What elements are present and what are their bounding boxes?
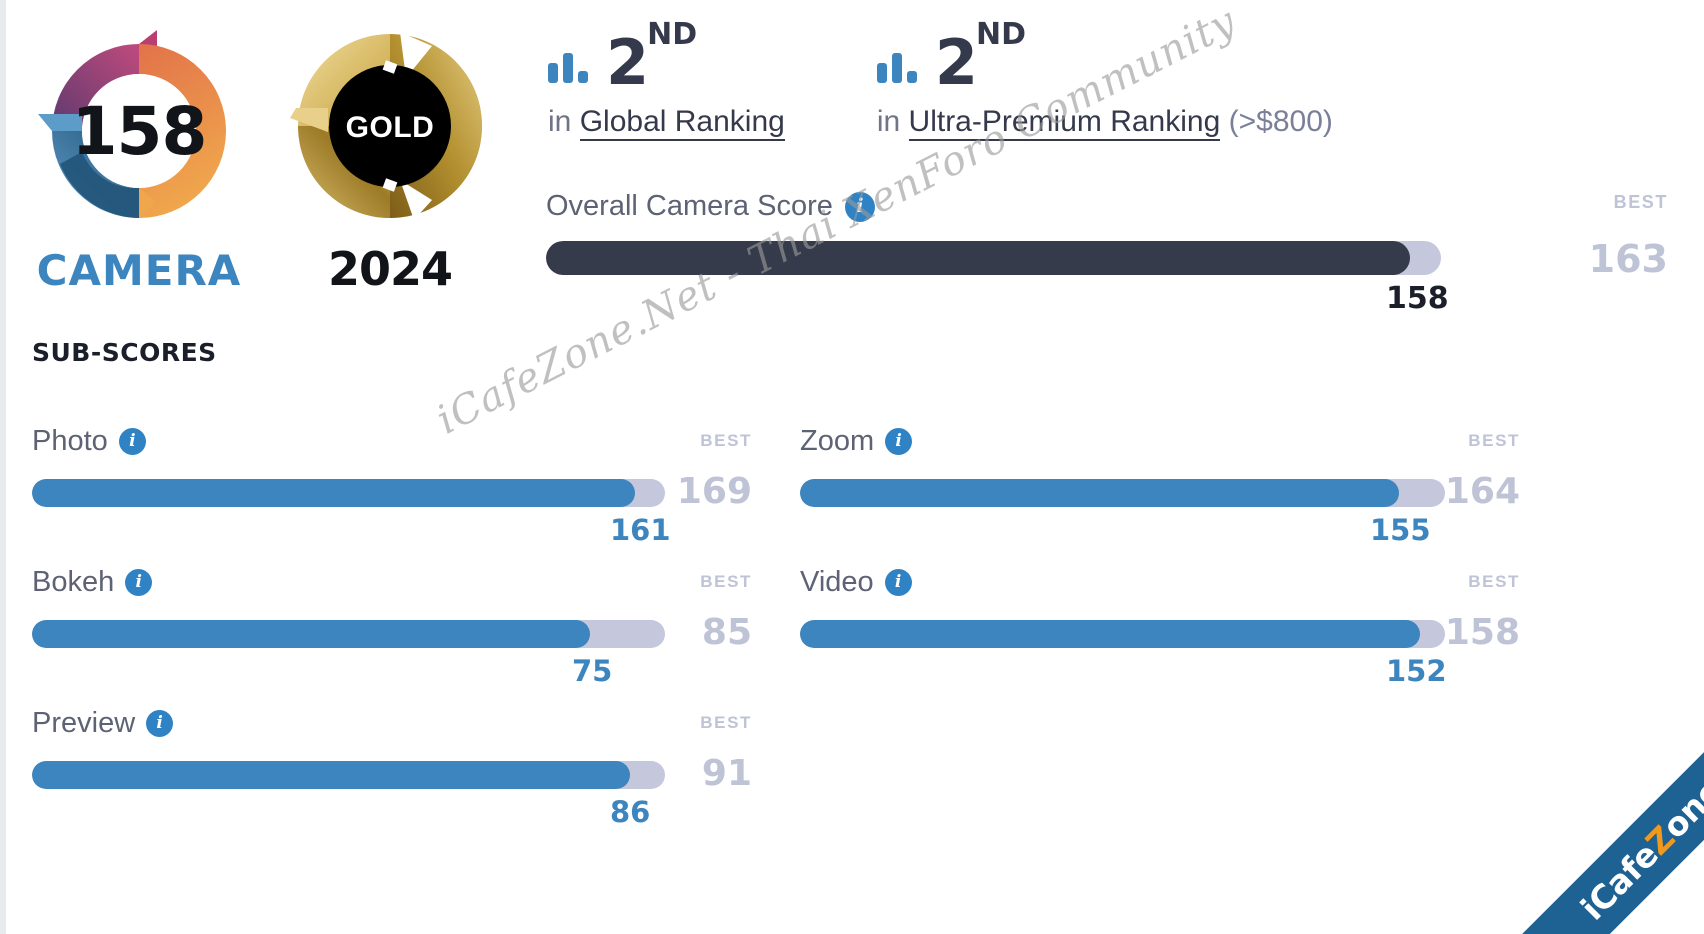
overall-camera-score: Overall Camera Score i BEST 163 158 xyxy=(546,190,1668,316)
subscore-preview-bar-fill xyxy=(32,761,631,789)
subscore-video-bar-track xyxy=(800,620,1445,648)
info-icon[interactable]: i xyxy=(884,569,912,596)
ranking-ultra-premium-link[interactable]: Ultra-Premium Ranking xyxy=(908,104,1221,141)
subscore-preview-label: Preview xyxy=(32,707,136,739)
ranking-ultra-premium-ordinal: ND xyxy=(975,16,1026,52)
ranking-global-ordinal: ND xyxy=(647,16,698,52)
subscore-row-bokeh: Bokeh i BEST 85 75 xyxy=(32,566,752,688)
ranking-ultra-premium: 2ND in Ultra-Premium Ranking (>$800) xyxy=(876,19,1333,141)
subscore-zoom-header: Zoom i BEST xyxy=(800,425,1520,463)
overall-bar-fill xyxy=(546,241,1410,275)
info-icon[interactable]: i xyxy=(844,191,875,222)
subscore-zoom-label-wrap: Zoom i xyxy=(800,425,913,458)
overall-bar-track xyxy=(546,241,1441,275)
subscore-zoom-label: Zoom xyxy=(800,425,875,457)
subscore-bokeh-best-value: 85 xyxy=(701,612,752,653)
subscore-preview-header: Preview i BEST xyxy=(32,707,752,745)
subscore-row-video: Video i BEST 158 152 xyxy=(800,566,1520,688)
bar-chart-icon xyxy=(548,52,588,83)
subscore-zoom-bar-fill xyxy=(800,479,1399,507)
info-icon[interactable]: i xyxy=(146,710,174,737)
camera-score-value: 158 xyxy=(71,92,208,170)
overall-score-value: 158 xyxy=(1386,281,1449,316)
overall-bar-row: 163 158 xyxy=(546,237,1668,316)
ranking-global-place: 2ND xyxy=(606,19,697,93)
subscore-video-bar-fill xyxy=(800,620,1421,648)
subscore-photo-bar-row: 169 161 xyxy=(32,471,752,547)
subscore-photo-score: 161 xyxy=(610,513,671,547)
subscore-row-photo: Photo i BEST 169 161 xyxy=(32,425,752,547)
overall-title: Overall Camera Score xyxy=(546,190,833,222)
subscore-photo-best-value: 169 xyxy=(676,471,752,512)
subscore-photo-bar-track xyxy=(32,479,665,507)
ranking-global-subtitle: in Global Ranking xyxy=(548,104,785,141)
subscore-bokeh-bar-row: 85 75 xyxy=(32,612,752,688)
subscore-bokeh-header: Bokeh i BEST xyxy=(32,566,752,604)
rankings-group: 2ND in Global Ranking 2ND in Ultra-Premi… xyxy=(548,19,1333,141)
subscore-photo-header: Photo i BEST xyxy=(32,425,752,463)
medal-tier-label: GOLD xyxy=(345,111,435,144)
subscore-photo-label: Photo xyxy=(32,425,108,457)
subscore-zoom-best-value: 164 xyxy=(1444,471,1520,512)
ranking-global-place-row: 2ND xyxy=(548,19,785,94)
subscore-bokeh-label: Bokeh xyxy=(32,566,115,598)
medal-year: 2024 xyxy=(327,242,453,296)
subscore-video-bar-row: 158 152 xyxy=(800,612,1520,688)
subscore-row-zoom: Zoom i BEST 164 155 xyxy=(800,425,1520,547)
subscore-video-header: Video i BEST xyxy=(800,566,1520,604)
info-icon[interactable]: i xyxy=(885,428,913,455)
ranking-ultra-premium-price: (>$800) xyxy=(1228,104,1333,138)
ranking-global-lead: in xyxy=(548,104,572,138)
overall-header: Overall Camera Score i BEST xyxy=(546,190,1668,223)
subscores-title: SUB-SCORES xyxy=(32,338,217,367)
subscore-preview-label-wrap: Preview i xyxy=(32,707,174,740)
subscore-bokeh-bar-fill xyxy=(32,620,591,648)
score-ring: 158 xyxy=(30,22,248,240)
info-icon[interactable]: i xyxy=(125,569,153,596)
info-icon[interactable]: i xyxy=(118,428,146,455)
subscore-preview-bar-row: 91 86 xyxy=(32,753,752,829)
subscore-preview-bar-track xyxy=(32,761,665,789)
subscore-preview-best-label: BEST xyxy=(700,713,752,732)
subscore-zoom-bar-row: 164 155 xyxy=(800,471,1520,547)
ranking-ultra-premium-place-row: 2ND xyxy=(876,19,1333,94)
subscore-bokeh-score: 75 xyxy=(572,654,613,688)
overall-best-value: 163 xyxy=(1588,237,1668,281)
bar-chart-icon xyxy=(876,52,917,83)
ranking-global: 2ND in Global Ranking xyxy=(548,19,785,141)
subscore-photo-label-wrap: Photo i xyxy=(32,425,146,458)
subscore-preview-score: 86 xyxy=(610,795,651,829)
ranking-ultra-premium-number: 2 xyxy=(934,26,978,99)
ranking-ultra-premium-place: 2ND xyxy=(935,19,1026,93)
subscore-video-best-label: BEST xyxy=(1468,572,1520,591)
subscore-bokeh-label-wrap: Bokeh i xyxy=(32,566,153,599)
subscore-zoom-bar-track xyxy=(800,479,1445,507)
subscore-video-best-value: 158 xyxy=(1444,612,1520,653)
camera-badge-label: CAMERA xyxy=(36,246,242,295)
ranking-ultra-premium-subtitle: in Ultra-Premium Ranking (>$800) xyxy=(876,104,1333,141)
ranking-global-number: 2 xyxy=(606,26,649,99)
subscore-bokeh-bar-track xyxy=(32,620,665,648)
subscore-zoom-score: 155 xyxy=(1370,513,1431,547)
subscore-video-label-wrap: Video i xyxy=(800,566,912,599)
subscore-zoom-best-label: BEST xyxy=(1468,431,1520,450)
subscore-preview-best-value: 91 xyxy=(701,753,752,794)
subscore-photo-best-label: BEST xyxy=(700,431,752,450)
subscore-photo-bar-fill xyxy=(32,479,635,507)
subscore-bokeh-best-label: BEST xyxy=(700,572,752,591)
medal-graphic: GOLD xyxy=(282,22,498,234)
ranking-global-link[interactable]: Global Ranking xyxy=(579,104,785,141)
left-edge-sliver xyxy=(0,0,6,934)
dxomark-score-card: 158 CAMERA GOLD 2024 2ND in Global Ranki… xyxy=(0,0,1704,934)
camera-score-badge: 158 CAMERA xyxy=(30,22,248,295)
corner-ribbon-text: iCafeZone xyxy=(1573,771,1704,928)
subscore-row-preview: Preview i BEST 91 86 xyxy=(32,707,752,829)
corner-ribbon-band: iCafeZone xyxy=(1512,710,1704,934)
subscore-video-label: Video xyxy=(800,566,874,598)
ranking-ultra-premium-lead: in xyxy=(876,104,901,138)
overall-best-label: BEST xyxy=(1613,192,1668,212)
corner-ribbon: iCafeZone xyxy=(1444,674,1704,934)
subscore-video-score: 152 xyxy=(1386,654,1447,688)
gold-medal-badge: GOLD 2024 xyxy=(282,22,498,296)
